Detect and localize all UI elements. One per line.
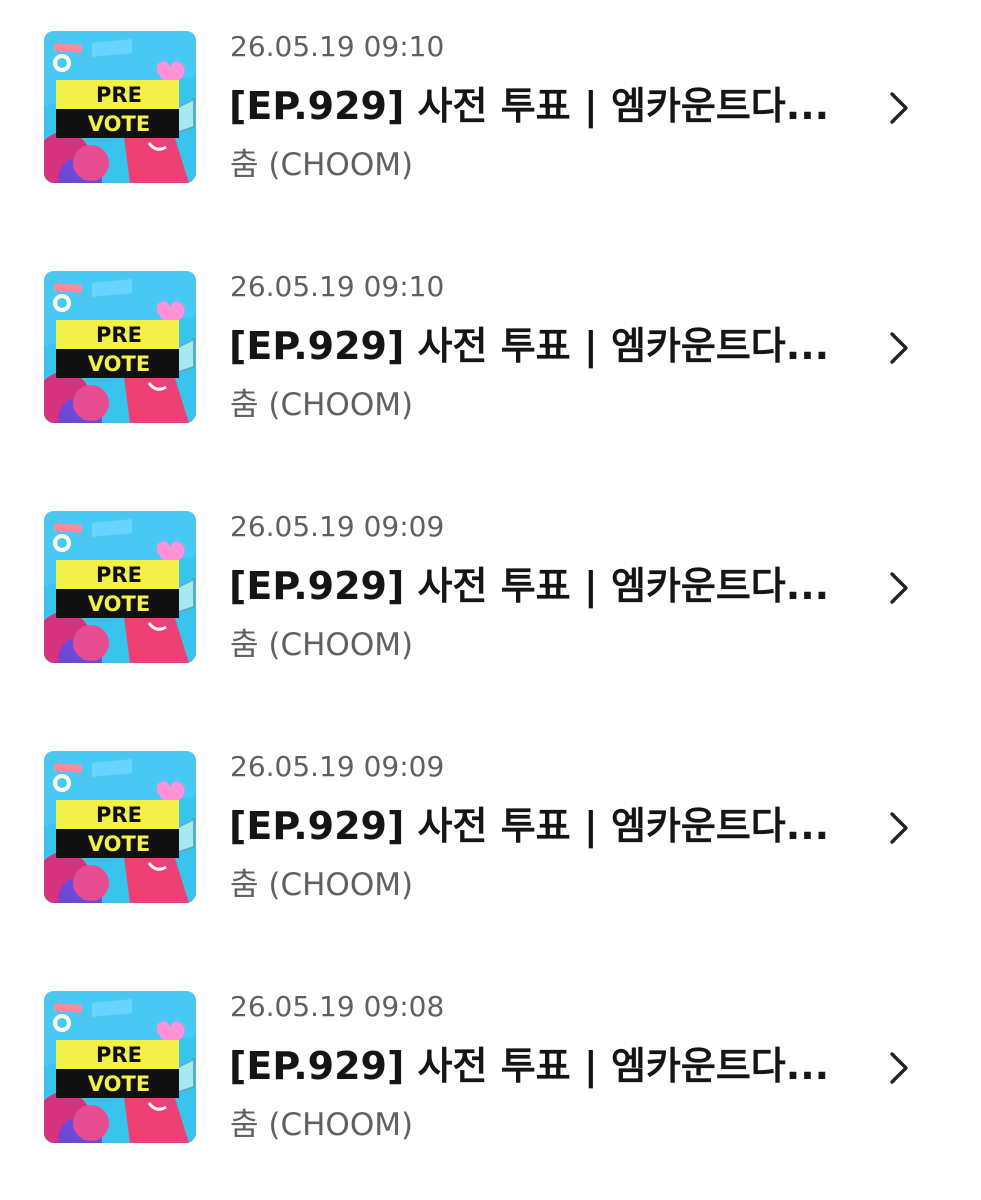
thumbnail-pre-text: PRE: [96, 1043, 142, 1067]
chevron-right-icon: [890, 1052, 908, 1084]
thumbnail-vote-text: VOTE: [88, 1072, 150, 1096]
list-item[interactable]: PRE VOTE 26.05.19 09:09 [EP.929] 사전 투표 |…: [0, 480, 981, 680]
list-item[interactable]: PRE VOTE 26.05.19 09:10 [EP.929] 사전 투표 |…: [0, 0, 981, 200]
chevron-right-icon: [890, 812, 908, 844]
thumbnail-vote-text: VOTE: [88, 352, 150, 376]
thumbnail-image: PRE VOTE: [44, 991, 196, 1143]
item-channel-name: 춤 (CHOOM): [230, 627, 414, 663]
item-timestamp: 26.05.19 09:08: [230, 990, 445, 1023]
list-item[interactable]: PRE VOTE 26.05.19 09:09 [EP.929] 사전 투표 |…: [0, 720, 981, 920]
item-channel-name: 춤 (CHOOM): [230, 387, 414, 423]
thumbnail-image: PRE VOTE: [44, 271, 196, 423]
notification-list: PRE VOTE 26.05.19 09:10 [EP.929] 사전 투표 |…: [0, 0, 981, 1200]
item-title: [EP.929] 사전 투표 | 엠카운트다...: [229, 1044, 830, 1088]
item-timestamp: 26.05.19 09:10: [230, 30, 445, 63]
item-timestamp: 26.05.19 09:09: [230, 510, 445, 543]
thumbnail-vote-text: VOTE: [88, 592, 150, 616]
thumbnail-image: PRE VOTE: [44, 511, 196, 663]
thumbnail-vote-text: VOTE: [88, 832, 150, 856]
chevron-right-icon: [890, 92, 908, 124]
thumbnail-image: PRE VOTE: [44, 31, 196, 183]
thumbnail-pre-text: PRE: [96, 83, 142, 107]
item-title: [EP.929] 사전 투표 | 엠카운트다...: [229, 324, 830, 368]
item-title: [EP.929] 사전 투표 | 엠카운트다...: [229, 564, 830, 608]
item-channel-name: 춤 (CHOOM): [230, 1107, 414, 1143]
thumbnail-pre-text: PRE: [96, 803, 142, 827]
item-channel-name: 춤 (CHOOM): [230, 147, 414, 183]
list-item[interactable]: PRE VOTE 26.05.19 09:08 [EP.929] 사전 투표 |…: [0, 960, 981, 1160]
chevron-right-icon: [890, 332, 908, 364]
chevron-right-icon: [890, 572, 908, 604]
thumbnail-vote-text: VOTE: [88, 112, 150, 136]
item-title: [EP.929] 사전 투표 | 엠카운트다...: [229, 84, 830, 128]
thumbnail-image: PRE VOTE: [44, 751, 196, 903]
item-title: [EP.929] 사전 투표 | 엠카운트다...: [229, 804, 830, 848]
item-channel-name: 춤 (CHOOM): [230, 867, 414, 903]
item-timestamp: 26.05.19 09:10: [230, 270, 445, 303]
thumbnail-pre-text: PRE: [96, 323, 142, 347]
thumbnail-pre-text: PRE: [96, 563, 142, 587]
item-timestamp: 26.05.19 09:09: [230, 750, 445, 783]
list-item[interactable]: PRE VOTE 26.05.19 09:10 [EP.929] 사전 투표 |…: [0, 240, 981, 440]
